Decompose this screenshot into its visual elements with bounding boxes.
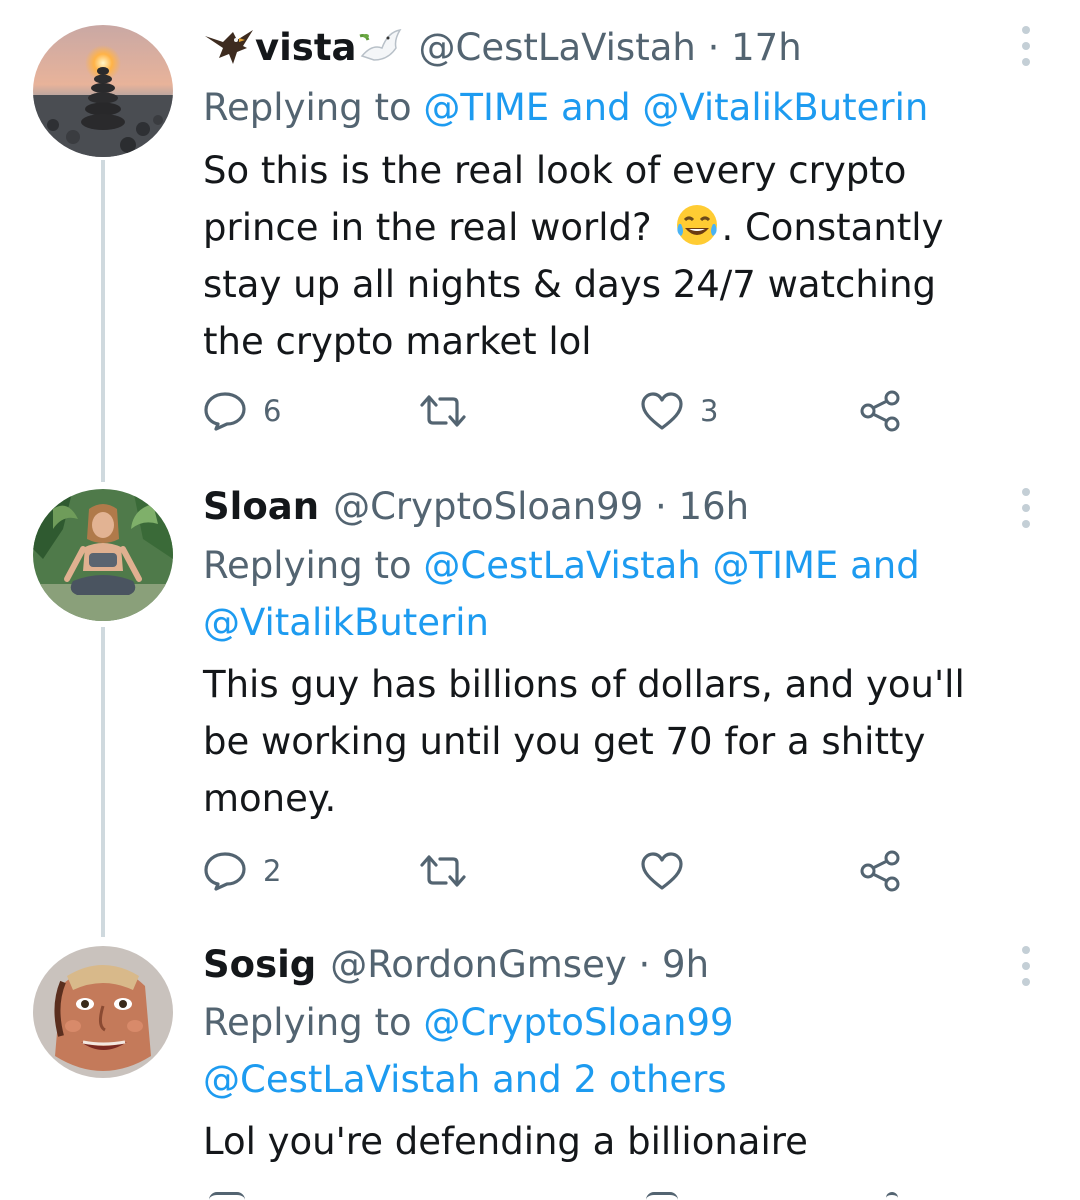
replying-to: Replying to @CryptoSloan99 @CestLaVistah…: [203, 1001, 734, 1101]
reply-count: 6: [263, 394, 282, 428]
replying-to: Replying to @CestLaVistah @TIME and @Vit…: [203, 544, 920, 644]
replying-to: Replying to @TIME and @VitalikButerin: [203, 86, 929, 129]
reply-button[interactable]: 2: [203, 846, 281, 896]
tweet-header: Sosig @RordonGmsey · 9h: [203, 940, 709, 990]
mention-link[interactable]: @CryptoSloan99: [423, 1001, 733, 1044]
eagle-emoji-icon: [203, 28, 255, 68]
more-options-button[interactable]: [1016, 946, 1036, 986]
more-vertical-icon: [1022, 26, 1030, 34]
avatar-stacked-stones-image: [33, 25, 173, 157]
share-button[interactable]: [859, 386, 903, 436]
retweet-button[interactable]: [418, 386, 468, 436]
mention-link[interactable]: @CestLaVistah @TIME: [423, 544, 838, 587]
like-count: 3: [700, 394, 719, 428]
tweet-text: Lol you're defending a billionaire: [203, 1120, 808, 1163]
share-icon: [860, 390, 900, 432]
mention-link[interactable]: @VitalikButerin: [642, 86, 928, 129]
reply-count: 2: [263, 854, 282, 888]
tweet-actions: 2: [203, 846, 923, 896]
dove-emoji-icon: [358, 26, 404, 70]
like-button[interactable]: 3: [640, 386, 718, 436]
more-vertical-icon: [1022, 488, 1030, 496]
avatar-meditation-image: [33, 489, 173, 621]
tweet-header: Sloan @CryptoSloan99 · 16h: [203, 482, 749, 532]
tweet-text: So this is the real look of every crypto…: [203, 149, 944, 363]
reply-icon: [204, 852, 246, 891]
mention-link[interactable]: @VitalikButerin: [203, 601, 489, 644]
tweet-actions-partial: [203, 1192, 923, 1200]
tweet-header: vista @CestLaVistah · 17h: [203, 23, 802, 73]
avatar[interactable]: [33, 25, 173, 157]
reply-button[interactable]: 6: [203, 386, 281, 436]
heart-icon: [646, 1192, 678, 1200]
heart-icon: [641, 392, 683, 430]
mention-link[interactable]: 2 others: [574, 1058, 727, 1101]
retweet-button[interactable]: [418, 846, 468, 896]
display-name[interactable]: Sloan: [203, 482, 319, 532]
more-options-button[interactable]: [1016, 26, 1036, 66]
more-options-button[interactable]: [1016, 488, 1036, 528]
handle-time[interactable]: @CryptoSloan99 · 16h: [333, 482, 749, 532]
heart-icon: [641, 852, 683, 890]
like-button[interactable]: [640, 846, 684, 896]
retweet-icon: [420, 855, 466, 887]
display-name[interactable]: Sosig: [203, 940, 316, 990]
handle-time[interactable]: @CestLaVistah · 17h: [418, 23, 801, 73]
tweet-thread: vista @CestLaVistah · 17h Replying to @T…: [0, 0, 1080, 1200]
share-button[interactable]: [859, 846, 903, 896]
avatar-face-image: [33, 946, 173, 1078]
tweet-actions: 6 3: [203, 386, 923, 436]
mention-link[interactable]: @TIME: [423, 86, 549, 129]
display-name[interactable]: vista: [255, 23, 356, 73]
tears-of-joy-emoji-icon: [673, 202, 721, 248]
retweet-icon: [420, 395, 466, 427]
tweet-text: This guy has billions of dollars, and yo…: [203, 663, 965, 820]
avatar[interactable]: [33, 946, 173, 1078]
reply-icon: [204, 392, 246, 431]
thread-connector-line: [101, 627, 105, 937]
mention-link[interactable]: @CestLaVistah: [203, 1058, 480, 1101]
reply-icon: [209, 1192, 245, 1200]
more-vertical-icon: [1022, 946, 1030, 954]
handle-time[interactable]: @RordonGmsey · 9h: [330, 940, 709, 990]
thread-connector-line: [101, 160, 105, 482]
avatar[interactable]: [33, 489, 173, 621]
share-icon: [886, 1192, 898, 1200]
share-icon: [860, 850, 900, 892]
